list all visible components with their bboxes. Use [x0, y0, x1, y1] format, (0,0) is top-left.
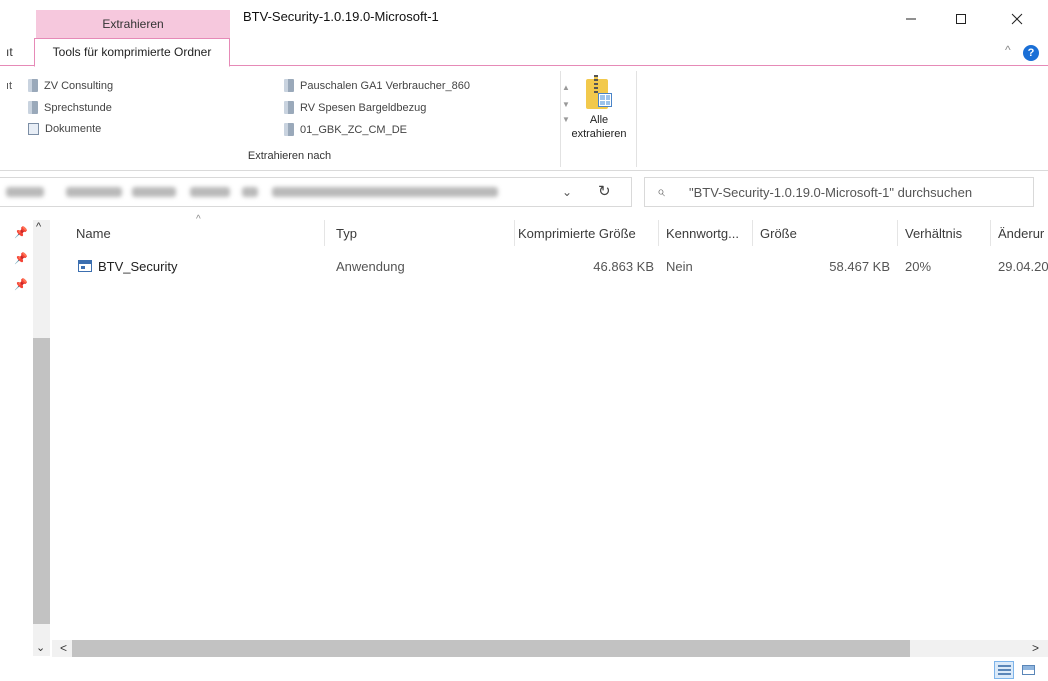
- chevron-left-icon[interactable]: <: [60, 641, 67, 655]
- breadcrumb-blurred[interactable]: [6, 187, 44, 197]
- file-compressed-size: 46.863 KB: [593, 259, 654, 274]
- extract-destination-list: ZV Consulting Sprechstunde Dokumente Pau…: [22, 75, 570, 145]
- minimize-button[interactable]: [888, 0, 934, 38]
- extract-all-label-2: extrahieren: [571, 128, 627, 140]
- file-ratio: 20%: [905, 259, 932, 274]
- address-bar[interactable]: ⌄ ↻: [0, 177, 632, 207]
- extract-all-label-1: Alle: [589, 114, 609, 126]
- file-password: Nein: [666, 259, 693, 274]
- ribbon-tab-strip: ıt Tools für komprimierte Ordner ^ ?: [0, 38, 1048, 67]
- destination-label: ZV Consulting: [44, 79, 114, 92]
- ribbon-panel: ıt ZV Consulting Sprechstunde Dokumente …: [0, 67, 1048, 171]
- folder-icon: [28, 101, 38, 114]
- search-icon: ⌕: [657, 183, 665, 199]
- destination-label: Sprechstunde: [44, 101, 112, 114]
- details-view-button[interactable]: [994, 661, 1014, 679]
- breadcrumb-blurred[interactable]: [242, 187, 258, 197]
- application-icon: [78, 260, 92, 272]
- details-view-icon: [997, 664, 1011, 676]
- destination-item[interactable]: Pauschalen GA1 Verbraucher_860: [284, 79, 470, 92]
- column-header-password[interactable]: Kennwortg...: [666, 226, 739, 241]
- navigation-bar: ⌄ ↻ ⌕ "BTV-Security-1.0.19.0-Microsoft-1…: [0, 172, 1048, 212]
- context-tab-header[interactable]: Extrahieren: [36, 10, 230, 38]
- destination-item[interactable]: RV Spesen Bargeldbezug: [284, 101, 426, 114]
- destination-label: RV Spesen Bargeldbezug: [300, 101, 427, 114]
- column-header-size[interactable]: Größe: [760, 226, 797, 241]
- ribbon-tab-cut[interactable]: ıt: [6, 45, 13, 59]
- folder-icon: [28, 79, 38, 92]
- zip-folder-icon: [586, 75, 612, 109]
- ribbon-cut-label: ıt: [6, 80, 13, 92]
- chevron-up-icon[interactable]: ^: [1005, 43, 1011, 57]
- column-header-modified[interactable]: Änderur: [998, 226, 1044, 241]
- column-divider[interactable]: [897, 220, 898, 246]
- chevron-down-icon[interactable]: ⌄: [36, 641, 45, 654]
- horizontal-scrollbar[interactable]: < >: [52, 640, 1048, 657]
- tab-compressed-folder-tools[interactable]: Tools für komprimierte Ordner: [34, 38, 230, 67]
- folder-icon: [284, 101, 294, 114]
- folder-icon: [284, 123, 294, 136]
- refresh-icon[interactable]: ↻: [598, 182, 611, 200]
- extract-all-button[interactable]: Alle extrahieren: [564, 73, 634, 153]
- breadcrumb-blurred[interactable]: [66, 187, 122, 197]
- file-type: Anwendung: [336, 259, 405, 274]
- horizontal-scroll-thumb[interactable]: [72, 640, 910, 657]
- window-title: BTV-Security-1.0.19.0-Microsoft-1: [243, 9, 439, 24]
- column-header-ratio[interactable]: Verhältnis: [905, 226, 962, 241]
- destination-item[interactable]: 01_GBK_ZC_CM_DE: [284, 123, 407, 136]
- search-input[interactable]: "BTV-Security-1.0.19.0-Microsoft-1" durc…: [689, 185, 972, 200]
- close-button[interactable]: [994, 0, 1040, 38]
- pin-icon[interactable]: 📌: [14, 278, 28, 291]
- close-icon: [1011, 13, 1023, 25]
- help-icon[interactable]: ?: [1023, 45, 1039, 61]
- breadcrumb-blurred[interactable]: [132, 187, 176, 197]
- table-row[interactable]: BTV_Security Anwendung 46.863 KB Nein 58…: [52, 256, 1048, 278]
- destination-label: Pauschalen GA1 Verbraucher_860: [300, 79, 471, 92]
- destination-label: Dokumente: [45, 123, 102, 135]
- minimize-icon: [906, 18, 916, 20]
- destination-item[interactable]: Dokumente: [28, 123, 101, 135]
- search-box[interactable]: ⌕ "BTV-Security-1.0.19.0-Microsoft-1" du…: [644, 177, 1034, 207]
- pin-icon[interactable]: 📌: [14, 252, 28, 265]
- chevron-right-icon[interactable]: >: [1032, 641, 1039, 655]
- column-header-compressed-size[interactable]: Komprimierte Größe: [518, 226, 636, 241]
- file-list: ^ Name Typ Komprimierte Größe Kennwortg.…: [52, 212, 1048, 640]
- column-divider[interactable]: [752, 220, 753, 246]
- maximize-button[interactable]: [938, 0, 984, 38]
- breadcrumb-blurred[interactable]: [190, 187, 230, 197]
- breadcrumb-blurred[interactable]: [272, 187, 498, 197]
- nav-scrollbar[interactable]: [33, 220, 50, 656]
- column-divider[interactable]: [990, 220, 991, 246]
- group-label-extract-to: Extrahieren nach: [247, 150, 332, 162]
- pin-icon[interactable]: 📌: [14, 226, 28, 239]
- chevron-down-icon[interactable]: ⌄: [562, 185, 572, 199]
- column-divider[interactable]: [324, 220, 325, 246]
- destination-label: 01_GBK_ZC_CM_DE: [300, 123, 407, 136]
- large-icons-view-icon: [1021, 665, 1035, 675]
- nav-scroll-thumb[interactable]: [33, 338, 50, 624]
- file-modified: 29.04.20: [998, 259, 1048, 274]
- large-icons-view-button[interactable]: [1018, 661, 1038, 679]
- maximize-icon: [956, 14, 966, 24]
- destination-item[interactable]: ZV Consulting: [28, 79, 113, 92]
- column-header-name[interactable]: Name: [76, 226, 111, 241]
- column-header-type[interactable]: Typ: [336, 226, 357, 241]
- column-divider[interactable]: [514, 220, 515, 246]
- ribbon-separator: [560, 71, 561, 167]
- chevron-up-icon[interactable]: ^: [36, 221, 41, 233]
- file-name: BTV_Security: [98, 259, 178, 274]
- title-bar: Extrahieren BTV-Security-1.0.19.0-Micros…: [0, 0, 1048, 38]
- folder-icon: [284, 79, 294, 92]
- status-bar: [0, 658, 1048, 681]
- sort-ascending-icon: ^: [196, 214, 201, 225]
- column-divider[interactable]: [658, 220, 659, 246]
- destination-item[interactable]: Sprechstunde: [28, 101, 112, 114]
- navigation-pane: 📌 📌 📌 ^ ⌄: [0, 212, 52, 662]
- file-size: 58.467 KB: [829, 259, 890, 274]
- documents-icon: [28, 123, 39, 135]
- ribbon-separator: [636, 71, 637, 167]
